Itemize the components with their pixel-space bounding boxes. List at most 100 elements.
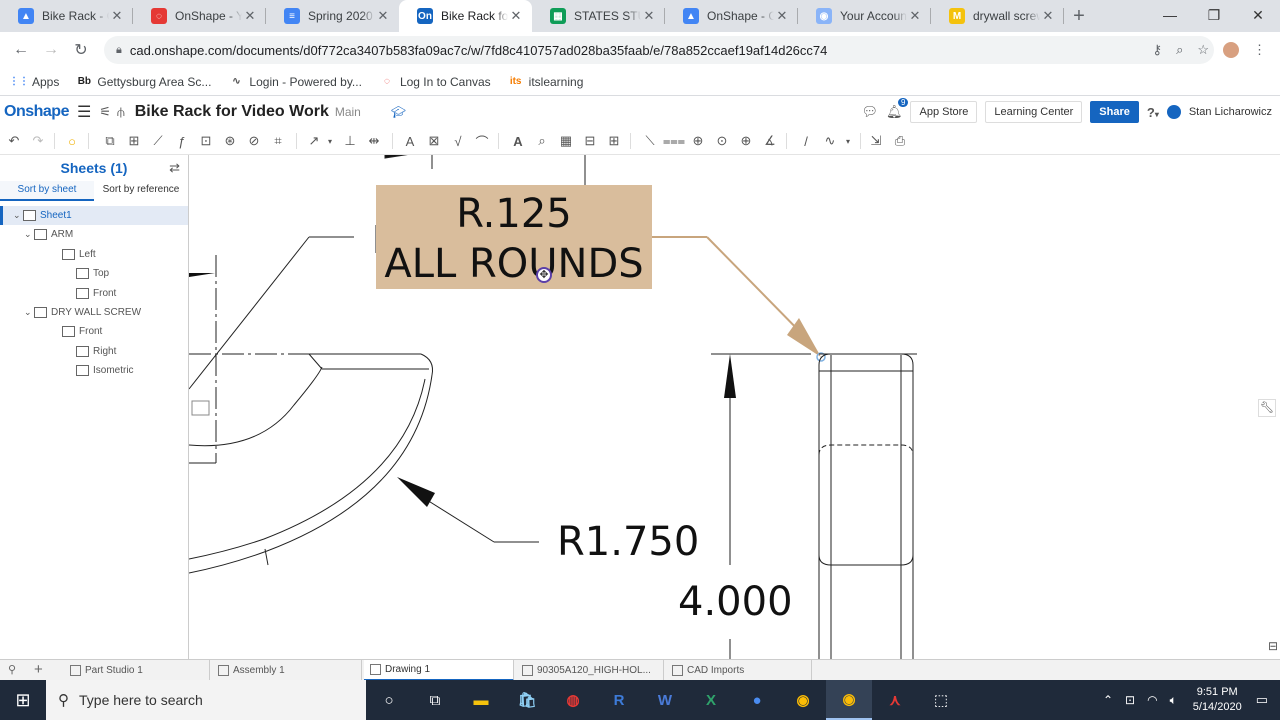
snipping-tool-icon[interactable]: ⬚ [918,680,964,720]
onshape-logo[interactable]: Onshape [4,103,69,121]
tab-close-icon[interactable]: ✕ [641,8,657,24]
text-icon[interactable]: A [510,133,526,149]
notifications-icon[interactable]: 🔔︎ 9 [886,98,909,120]
table-icon[interactable]: ▦ [558,133,574,149]
bookmark-item[interactable]: ◌ Log In to Canvas [380,75,491,89]
detail-view-icon[interactable]: ⊡ [198,133,214,149]
windows-start-icon[interactable]: ⊞ [0,680,46,720]
sheet-tree-item[interactable]: Front [0,284,188,303]
browser-tab[interactable]: ≡ Spring 2020 - ✕ [266,0,399,32]
sheet-tree-item[interactable]: Right [0,342,188,361]
sketch-line-icon[interactable]: / [798,133,814,149]
word-icon[interactable]: W [642,680,688,720]
wifi-icon[interactable]: ◠ [1147,693,1157,707]
projected-view-icon[interactable]: ⊞ [126,133,142,149]
undo-icon[interactable]: ↶ [6,133,22,149]
filter-icon[interactable]: ⚲ [8,663,16,676]
zoom-app-icon[interactable]: ● [734,680,780,720]
sort-by-reference-tab[interactable]: Sort by reference [94,181,188,201]
browser-tab[interactable]: ◉ Your Account ✕ [798,0,931,32]
task-view-icon[interactable]: ⧉ [412,680,458,720]
crop-view-icon[interactable]: ⌗ [270,133,286,149]
workspace-label[interactable]: Main [335,105,361,119]
point-center-icon[interactable]: ⊕ [738,133,754,149]
comments-icon[interactable]: 💬︎ [861,104,878,120]
dimension-icon[interactable]: ↗ [306,133,322,149]
store-icon[interactable]: 🛍︎ [504,680,550,720]
document-tab[interactable]: CAD Imports [666,660,812,681]
feature-list-icon[interactable]: ⚟ [99,104,111,120]
sheet-tree-item[interactable]: Left [0,245,188,264]
section-view-icon[interactable]: ƒ [174,133,190,149]
app-icon[interactable]: ◍ [550,680,596,720]
surface-finish-icon[interactable]: √ [450,133,466,149]
drawing-canvas[interactable]: R.125 ALL ROUNDS ✥ R1.750 4.000 🔧︎ ⊟ [189,155,1280,659]
dimension-dropdown-icon[interactable]: ▾ [322,133,338,149]
hole-table-icon[interactable]: ⊞ [606,133,622,149]
profile-avatar[interactable] [1223,42,1239,58]
taskbar-search[interactable]: ⚲ Type here to search [46,680,366,720]
height-dimension[interactable]: 4.000 [678,579,793,625]
minimize-icon[interactable]: — [1148,0,1192,30]
insert-view-icon[interactable]: ⧉ [102,133,118,149]
tab-close-icon[interactable]: ✕ [375,8,391,24]
sheets-title[interactable]: Sheets (1) [61,160,128,176]
add-tab-icon[interactable]: + [34,661,43,678]
help-icon[interactable]: ?▾ [1147,105,1159,120]
note-annotation[interactable]: R.125 ALL ROUNDS ✥ [376,185,652,289]
tab-close-icon[interactable]: ✕ [907,8,923,24]
bookmark-star-icon[interactable]: ☆ [1197,42,1209,58]
browser-tab[interactable]: Mdrywall screws✕ [931,0,1064,32]
volume-icon[interactable]: 🔈︎ [1170,693,1177,708]
browser-tab[interactable]: ▦ STATES STUDE✕ [532,0,665,32]
tab-close-icon[interactable]: ✕ [1040,8,1056,24]
document-tab[interactable]: Part Studio 1 [64,660,210,681]
wrench-icon[interactable]: 🔧︎ [1258,399,1276,417]
key-icon[interactable]: ⚷ [1153,42,1163,58]
sheet-tree-item[interactable]: ⌄ DRY WALL SCREW [0,303,188,322]
tab-close-icon[interactable]: ✕ [774,8,790,24]
radius-dimension[interactable]: R1.750 [557,519,699,565]
break-view-icon[interactable]: ⊘ [246,133,262,149]
hamburger-icon[interactable]: ☰ [77,102,91,122]
sheet-tree-item[interactable]: Isometric [0,361,188,380]
chevron-down-icon[interactable]: ⌄ [24,307,34,318]
share-button[interactable]: Share [1090,101,1139,123]
sheet-tree-item[interactable]: ⌄ ARM [0,225,188,244]
print-icon[interactable]: ⎙ [892,133,908,149]
sketch-dropdown-icon[interactable]: ▾ [840,133,856,149]
sketch-arc-icon[interactable]: ∿ [822,133,838,149]
callout-icon[interactable]: ⊠ [426,133,442,149]
bookmark-item[interactable]: ⋮⋮ Apps [9,75,59,89]
bom-icon[interactable]: ⊟ [582,133,598,149]
browser-tab[interactable]: ◌ OnShape - You✕ [133,0,266,32]
lightbulb-icon[interactable]: ○ [64,133,80,149]
clock[interactable]: 9:51 PM 5/14/2020 [1193,685,1242,715]
restore-icon[interactable]: ❐ [1192,0,1236,30]
forward-icon[interactable]: → [36,41,66,59]
revit-icon[interactable]: R [596,680,642,720]
bookmark-item[interactable]: its itslearning [509,75,584,89]
sheet-tree-item[interactable]: Top [0,264,188,283]
learning-center-button[interactable]: Learning Center [985,101,1083,123]
circle-center-icon[interactable]: ⊙ [714,133,730,149]
browser-tab[interactable]: ▲ Bike Rack - Go✕ [0,0,133,32]
graduation-cap-icon[interactable]: 🎓︎ [391,105,406,119]
bookmark-item[interactable]: Bb Gettysburg Area Sc... [77,75,212,89]
ordinate-icon[interactable]: ⊥ [342,133,358,149]
document-tab[interactable]: Assembly 1 [212,660,362,681]
weld-icon[interactable]: ⌒ [474,133,490,150]
browser-tab[interactable]: ▲ OnShape - Go✕ [665,0,798,32]
broken-view-icon[interactable]: ⊛ [222,133,238,149]
zoom-icon[interactable]: ⌕ [1176,42,1183,58]
app-store-button[interactable]: App Store [910,101,978,123]
bookmark-item[interactable]: ∿ Login - Powered by... [229,75,362,89]
sheet-actions-icon[interactable]: ⇄ [169,160,180,176]
menu-icon[interactable]: ⋮ [1253,42,1266,58]
sort-by-sheet-tab[interactable]: Sort by sheet [0,181,94,201]
cortana-icon[interactable]: ○ [366,680,412,720]
address-bar[interactable]: 🔒︎ cad.onshape.com/documents/d0f772ca340… [104,36,1214,64]
reload-icon[interactable]: ↻ [66,40,96,60]
back-icon[interactable]: ← [6,41,36,59]
chevron-down-icon[interactable]: ⌄ [13,210,23,221]
